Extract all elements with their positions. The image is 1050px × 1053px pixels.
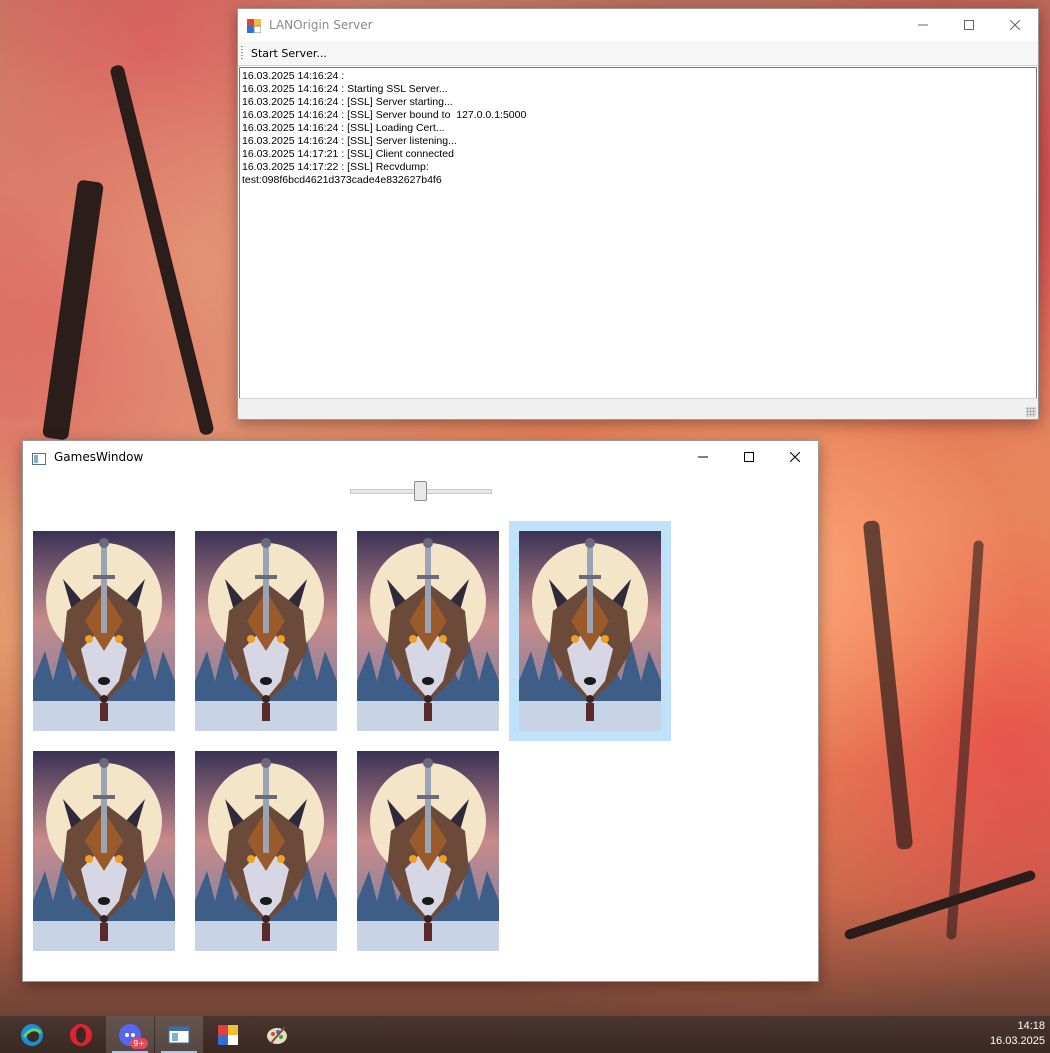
log-lines: 16.03.2025 14:16:24 :16.03.2025 14:16:24…	[240, 68, 1036, 189]
close-icon	[1010, 20, 1020, 30]
log-line: 16.03.2025 14:17:21 : [SSL] Client conne…	[242, 148, 454, 160]
game-tile[interactable]	[347, 741, 509, 961]
taskbar-lanorigin[interactable]	[204, 1016, 252, 1053]
zoom-slider[interactable]	[350, 479, 492, 503]
game-tile[interactable]	[23, 521, 185, 741]
game-cover-image	[357, 751, 499, 951]
resize-grip-icon[interactable]	[1026, 407, 1036, 417]
log-line: 16.03.2025 14:16:24 : [SSL] Loading Cert…	[242, 122, 445, 134]
maximize-icon	[964, 20, 974, 30]
tree-trunk	[862, 520, 914, 850]
maximize-button[interactable]	[946, 9, 992, 41]
window-title: LANOrigin Server	[269, 18, 373, 32]
taskbar-discord[interactable]: 9+	[106, 1016, 154, 1053]
taskbar-paint[interactable]	[253, 1016, 301, 1053]
game-tile[interactable]	[185, 521, 347, 741]
clock-time: 14:18	[1017, 1020, 1045, 1032]
paint-icon	[267, 1025, 287, 1044]
game-tile[interactable]	[185, 741, 347, 961]
log-line: 16.03.2025 14:16:24 : [SSL] Server bound…	[242, 109, 527, 121]
taskbar-opera[interactable]	[57, 1016, 105, 1053]
tree-trunk	[109, 63, 215, 437]
log-line: 16.03.2025 14:16:24 : [SSL] Server start…	[242, 96, 453, 108]
game-tile[interactable]	[23, 741, 185, 961]
minimize-icon	[698, 456, 708, 458]
games-window-icon	[168, 1026, 190, 1043]
game-cover-image	[519, 531, 661, 731]
start-server-menu-item[interactable]: Start Server...	[251, 47, 327, 60]
minimize-icon	[918, 24, 928, 26]
close-button[interactable]	[992, 9, 1038, 41]
tree-trunk	[42, 179, 104, 441]
game-cover-image	[195, 751, 337, 951]
status-bar	[238, 398, 1038, 419]
system-clock[interactable]: 14:18 16.03.2025	[990, 1019, 1045, 1049]
title-bar[interactable]: GamesWindow	[23, 441, 818, 473]
lanorigin-icon	[218, 1024, 238, 1045]
taskbar-edge[interactable]	[8, 1016, 56, 1053]
minimize-button[interactable]	[680, 441, 726, 473]
log-textbox[interactable]: 16.03.2025 14:16:24 :16.03.2025 14:16:24…	[239, 67, 1037, 399]
clock-date: 16.03.2025	[989, 1035, 1045, 1047]
log-line: test:098f6bcd4621d373cade4e832627b4f6	[242, 174, 442, 186]
maximize-button[interactable]	[726, 441, 772, 473]
toolbar-grip[interactable]	[241, 46, 243, 60]
game-cover-image	[33, 751, 175, 951]
log-line: 16.03.2025 14:17:22 : [SSL] Recvdump:	[242, 161, 429, 173]
game-cover-image	[357, 531, 499, 731]
title-bar[interactable]: LANOrigin Server	[238, 9, 1038, 41]
close-button[interactable]	[772, 441, 818, 473]
game-cover-image	[195, 531, 337, 731]
log-line: 16.03.2025 14:16:24 :	[242, 70, 345, 82]
log-line: 16.03.2025 14:16:24 : Starting SSL Serve…	[242, 83, 448, 95]
taskbar-games-window[interactable]	[155, 1016, 203, 1053]
slider-thumb[interactable]	[414, 481, 427, 501]
window-icon	[32, 450, 46, 465]
menu-bar: Start Server...	[238, 41, 1038, 66]
edge-icon	[21, 1023, 43, 1046]
app-icon	[247, 18, 262, 34]
minimize-button[interactable]	[900, 9, 946, 41]
taskbar: 9+ 14:18 16.03.2025	[0, 1016, 1050, 1053]
notification-badge: 9+	[130, 1038, 148, 1049]
window-title: GamesWindow	[54, 450, 144, 464]
game-cover-image	[33, 531, 175, 731]
game-tile[interactable]	[509, 521, 671, 741]
games-window: GamesWindow	[22, 440, 819, 982]
tree-branch	[843, 869, 1037, 941]
close-icon	[790, 452, 800, 462]
maximize-icon	[744, 452, 754, 462]
game-tile[interactable]	[347, 521, 509, 741]
opera-icon	[70, 1023, 92, 1046]
tree-trunk	[946, 540, 984, 940]
log-line: 16.03.2025 14:16:24 : [SSL] Server liste…	[242, 135, 457, 147]
lanorigin-server-window: LANOrigin Server Start Server... 16.03.2…	[237, 8, 1039, 420]
